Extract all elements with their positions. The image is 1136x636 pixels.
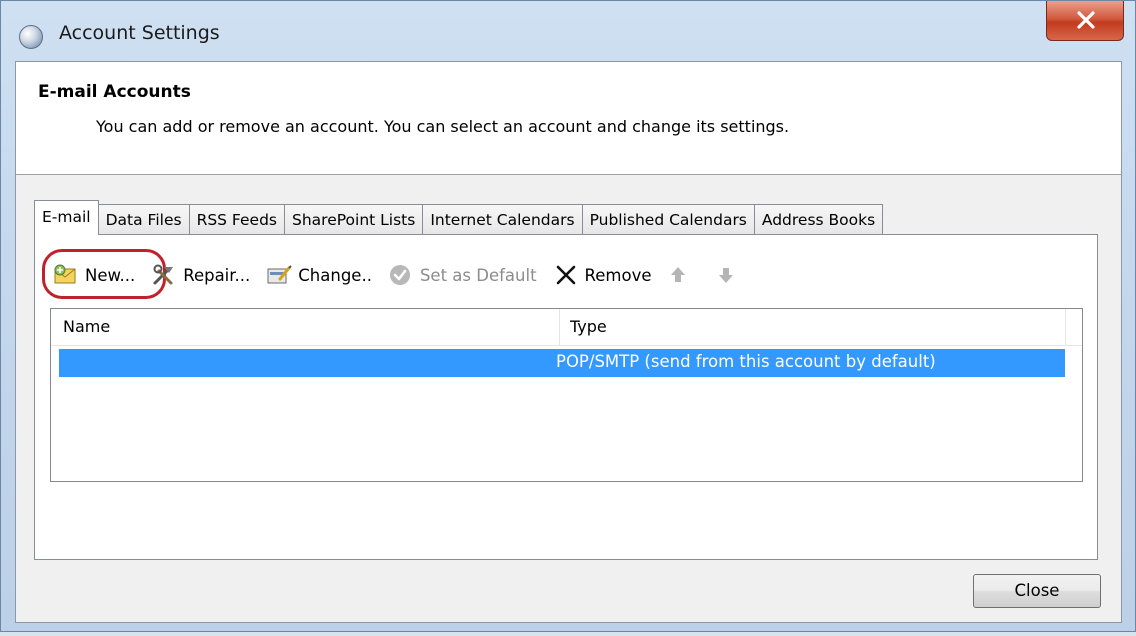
- close-button[interactable]: Close: [973, 574, 1101, 608]
- tab-internet-calendars[interactable]: Internet Calendars: [422, 204, 583, 235]
- column-separator[interactable]: [1065, 309, 1066, 345]
- arrow-up-icon: [668, 263, 694, 287]
- remove-button-label: Remove: [584, 265, 652, 285]
- move-up-button[interactable]: [668, 263, 700, 287]
- account-settings-window: Account Settings E-mail Accounts You can…: [0, 0, 1136, 632]
- new-account-icon: [53, 263, 79, 287]
- column-header-type[interactable]: Type: [570, 309, 607, 345]
- change-icon: [266, 263, 292, 287]
- title-bar[interactable]: Account Settings: [1, 1, 1135, 59]
- section-description: You can add or remove an account. You ca…: [96, 117, 790, 136]
- outlook-app-icon: [19, 25, 43, 49]
- column-separator[interactable]: [559, 309, 560, 345]
- tab-email[interactable]: E-mail: [34, 200, 99, 235]
- repair-icon: [151, 263, 177, 287]
- change-button-label: Change..: [298, 265, 372, 285]
- dialog-body: E-mail Accounts You can add or remove an…: [15, 61, 1122, 623]
- accounts-list[interactable]: Name Type POP/SMTP (send from this accou…: [50, 308, 1083, 482]
- account-toolbar: New... Repair... Change.. Set as Default…: [53, 255, 764, 295]
- remove-x-icon: [553, 263, 579, 287]
- account-row[interactable]: POP/SMTP (send from this account by defa…: [59, 349, 1065, 377]
- tab-sharepoint-lists[interactable]: SharePoint Lists: [284, 204, 424, 235]
- repair-button-label: Repair...: [183, 265, 251, 285]
- list-header: Name Type: [51, 309, 1082, 346]
- header-area: E-mail Accounts You can add or remove an…: [16, 62, 1121, 175]
- move-down-button[interactable]: [716, 263, 748, 287]
- tab-published-calendars[interactable]: Published Calendars: [581, 204, 755, 235]
- tab-rss-feeds[interactable]: RSS Feeds: [188, 204, 285, 235]
- tab-data-files[interactable]: Data Files: [97, 204, 190, 235]
- column-header-name[interactable]: Name: [63, 309, 110, 345]
- close-x-icon: [1077, 11, 1095, 29]
- checkmark-icon: [388, 263, 414, 287]
- tab-strip: E-mail Data Files RSS Feeds SharePoint L…: [34, 200, 884, 235]
- repair-button[interactable]: Repair...: [151, 263, 250, 287]
- change-button[interactable]: Change..: [266, 263, 372, 287]
- set-as-default-label: Set as Default: [419, 265, 537, 285]
- window-close-button[interactable]: [1046, 1, 1124, 41]
- account-type-cell: POP/SMTP (send from this account by defa…: [556, 352, 936, 371]
- remove-button[interactable]: Remove: [553, 263, 652, 287]
- arrow-down-icon: [716, 263, 742, 287]
- tab-address-books[interactable]: Address Books: [753, 204, 884, 235]
- window-title: Account Settings: [59, 22, 220, 44]
- new-button[interactable]: New...: [53, 263, 135, 287]
- new-button-label: New...: [85, 265, 136, 285]
- section-title: E-mail Accounts: [38, 82, 191, 102]
- set-as-default-button[interactable]: Set as Default: [388, 263, 537, 287]
- email-tab-panel: New... Repair... Change.. Set as Default…: [34, 234, 1098, 560]
